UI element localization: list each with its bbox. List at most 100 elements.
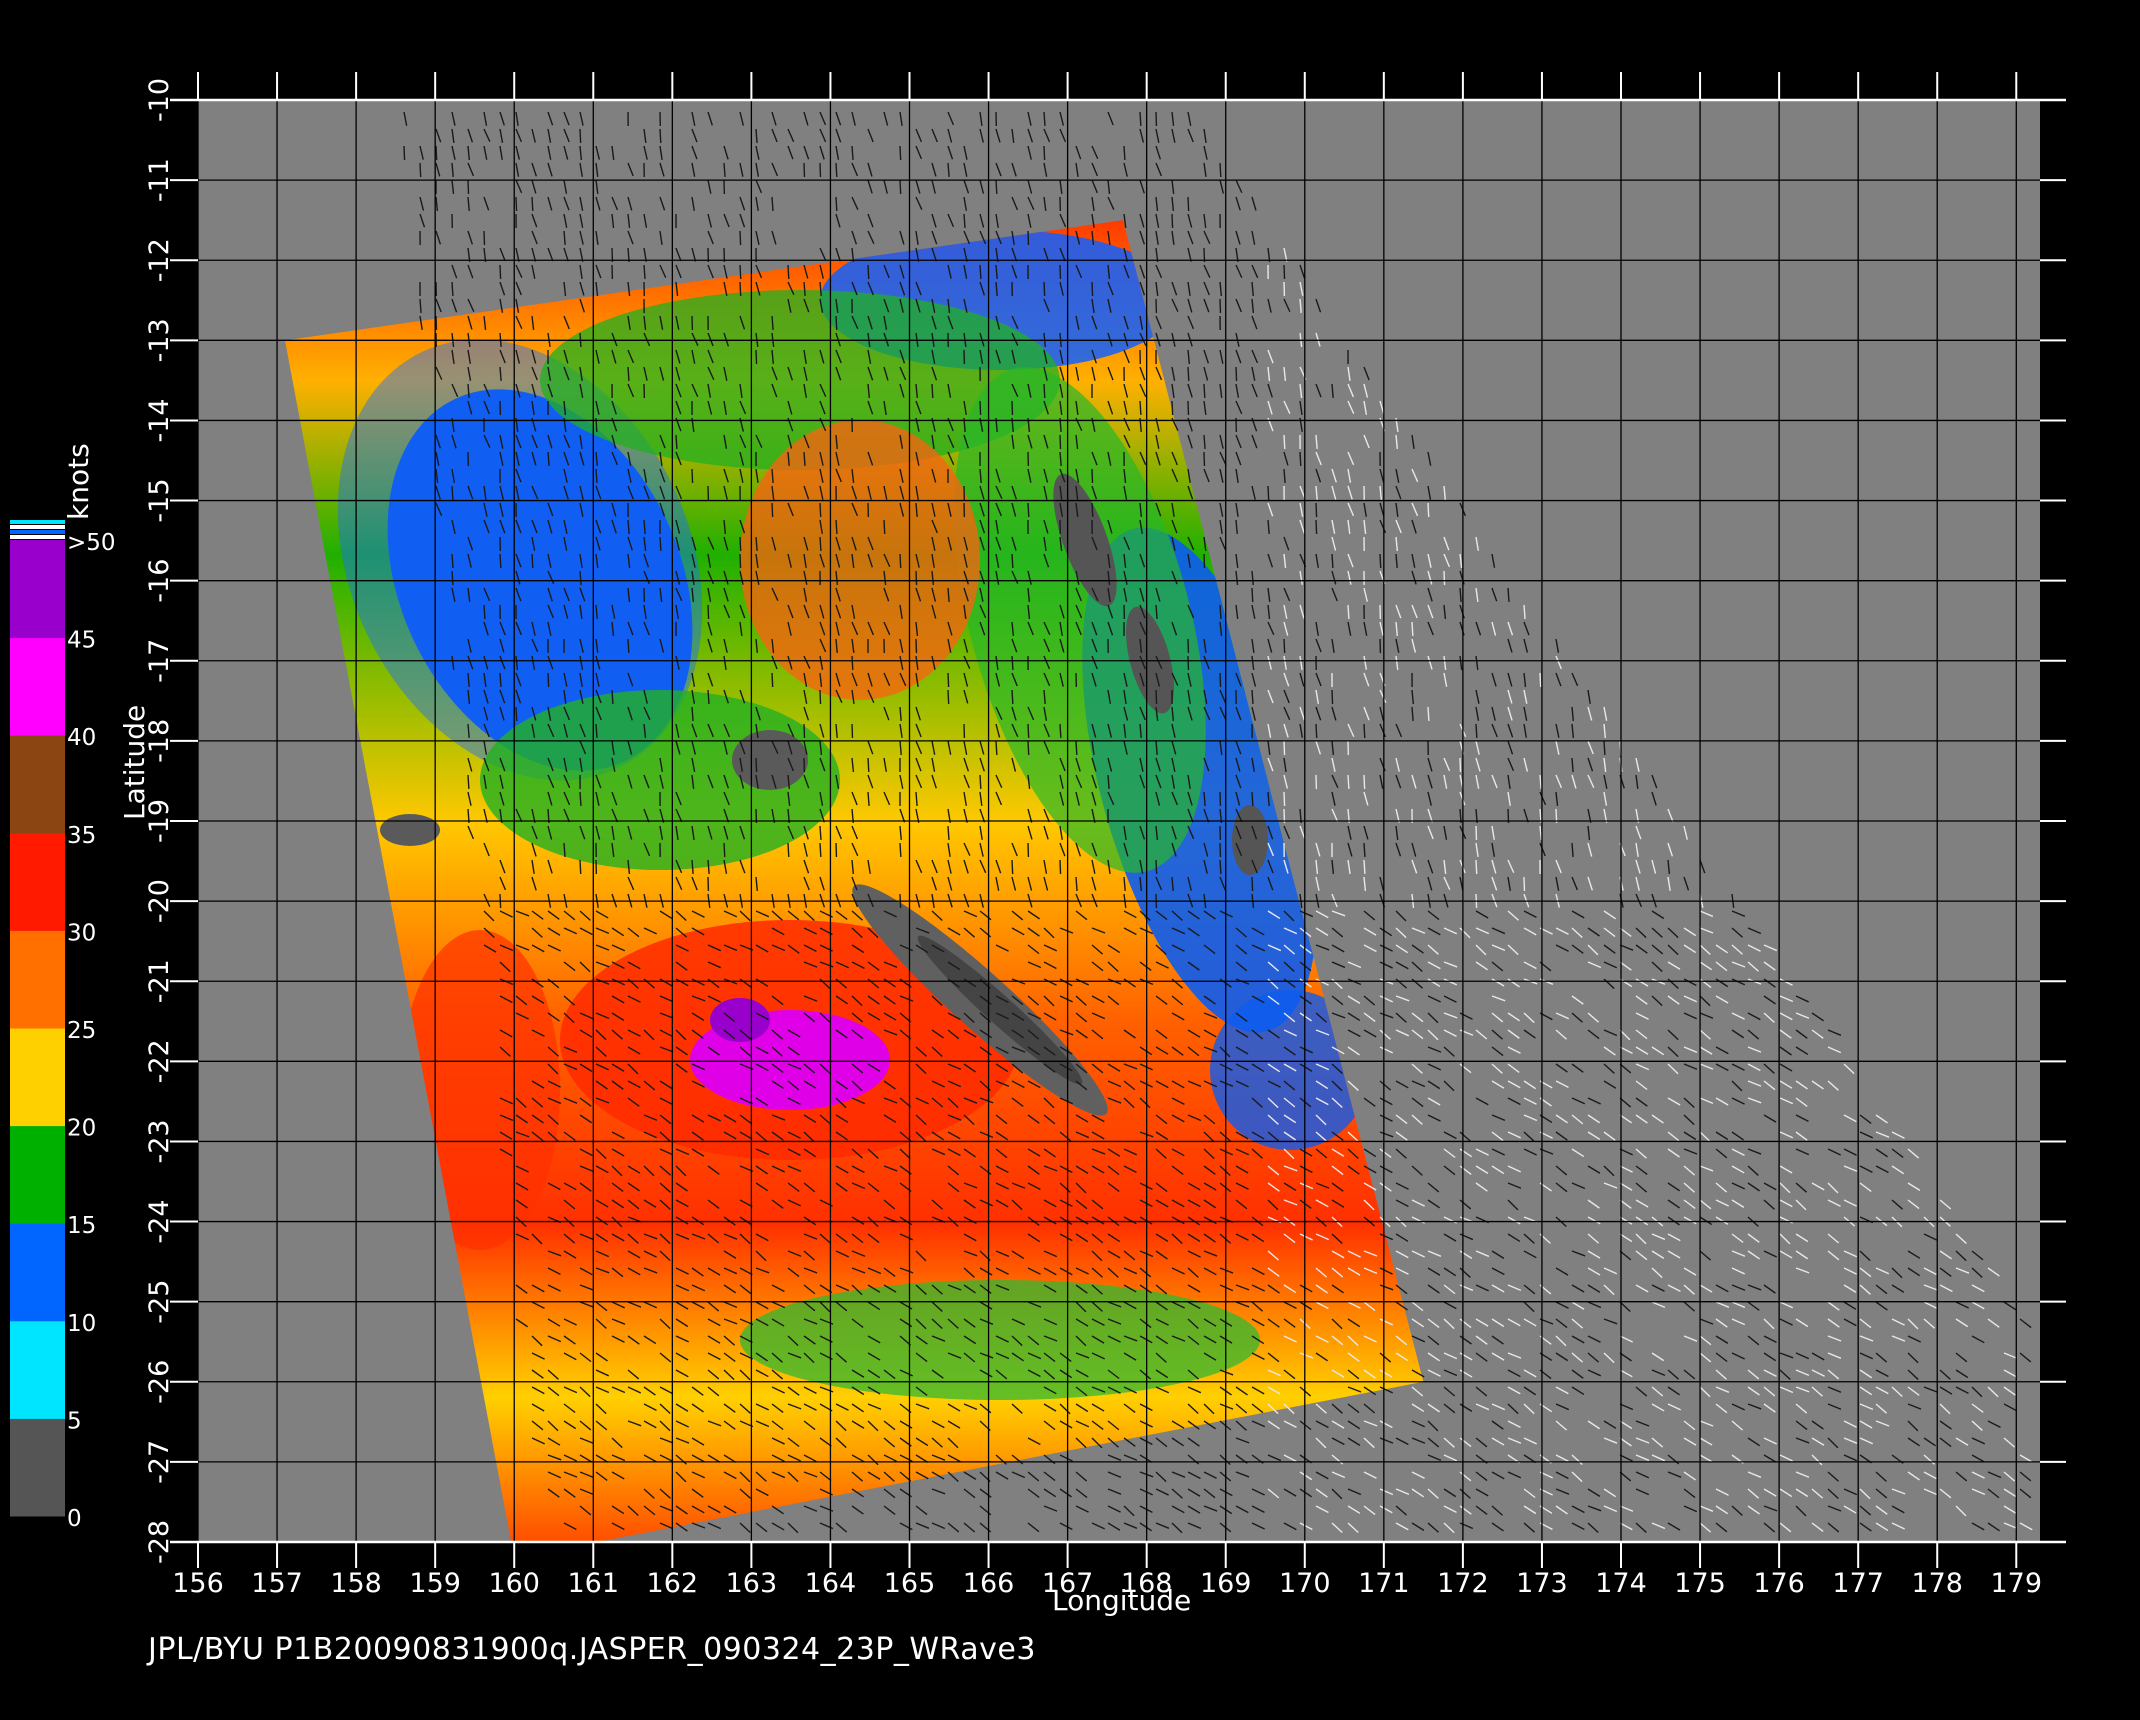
colorbar-tick-label: 15 <box>67 1213 96 1239</box>
y-tick-label: -22 <box>144 1039 175 1083</box>
wind-barb <box>867 757 870 773</box>
wind-barb <box>435 145 438 161</box>
wind-barb <box>835 315 838 331</box>
wind-barb <box>515 196 518 212</box>
wind-barb <box>1219 672 1222 688</box>
wind-barb <box>627 638 630 654</box>
wind-barb <box>931 383 934 399</box>
wind-barb <box>1043 111 1046 127</box>
y-tick-label: -14 <box>144 398 175 442</box>
wind-barb <box>499 553 502 569</box>
x-tick-label: 178 <box>1911 1568 1963 1599</box>
x-axis-title: Longitude <box>1052 1584 1192 1617</box>
colorbar-tick-label: 35 <box>67 823 96 849</box>
wind-barb <box>1059 723 1062 739</box>
y-tick-label: -12 <box>144 238 175 282</box>
x-tick-label: 160 <box>488 1568 540 1599</box>
wind-barb <box>1251 689 1254 705</box>
colorbar-cap-stripe <box>10 525 65 529</box>
land-chesterfield <box>732 730 808 790</box>
wind-barb <box>707 604 710 620</box>
y-tick-label: -24 <box>144 1200 175 1244</box>
x-tick-label: 177 <box>1832 1568 1884 1599</box>
wind-barb <box>547 672 550 688</box>
wind-barb <box>739 536 742 552</box>
x-tick-label: 179 <box>1991 1568 2043 1599</box>
wind-barb <box>1443 570 1446 586</box>
wind-barb <box>1027 740 1030 756</box>
wind-barb <box>1139 111 1142 127</box>
colorbar-tick-label: 0 <box>67 1506 82 1532</box>
wind-barb <box>1539 672 1542 688</box>
wind-barb <box>723 842 726 858</box>
wind-barb <box>1251 587 1254 603</box>
wind-barb <box>819 842 822 858</box>
wind-barb <box>899 145 902 161</box>
wind-barb <box>1091 281 1094 297</box>
wind-barb <box>499 264 502 280</box>
wind-barb <box>483 604 486 620</box>
wind-barb <box>979 400 982 416</box>
x-tick-label: 159 <box>409 1568 461 1599</box>
wind-barb <box>947 825 950 841</box>
wind-barb <box>819 825 822 841</box>
wind-barb <box>1283 638 1286 654</box>
wind-barb <box>819 689 822 705</box>
wind-barb <box>659 536 662 552</box>
wind-barb <box>1283 791 1286 807</box>
wind-barb <box>579 128 582 144</box>
y-tick-label: -23 <box>144 1119 175 1163</box>
wind-barb <box>835 196 838 212</box>
wind-barb <box>1475 859 1478 875</box>
wind-barb <box>707 689 710 705</box>
wind-barb <box>771 672 774 688</box>
wind-barb <box>1059 434 1062 450</box>
colorbar-bin <box>10 735 65 834</box>
x-tick-label: 162 <box>647 1568 699 1599</box>
colorbar-cap-stripe <box>10 530 65 534</box>
wind-barb <box>563 842 566 858</box>
wind-barb <box>771 196 774 212</box>
wind-barb <box>1139 400 1142 416</box>
colorbar-tick-label: >50 <box>67 530 116 556</box>
wind-barb <box>1235 366 1238 382</box>
x-tick-label: 169 <box>1200 1568 1252 1599</box>
land-small-west <box>380 814 440 846</box>
wind-barb <box>1187 196 1190 212</box>
wind-barb <box>1427 502 1430 518</box>
x-tick-label: 158 <box>330 1568 382 1599</box>
wind-barb <box>1171 400 1174 416</box>
wind-barb <box>1011 655 1014 671</box>
wind-barb <box>1251 791 1254 807</box>
wind-barb <box>899 842 902 858</box>
y-tick-label: -11 <box>144 158 175 202</box>
land-vanuatu-3 <box>1232 805 1268 875</box>
wind-barb <box>1363 842 1366 858</box>
wind-barb <box>451 553 454 569</box>
wind-barb <box>1091 468 1094 484</box>
wind-barb <box>867 264 870 280</box>
wind-barb <box>1043 145 1046 161</box>
x-tick-label: 163 <box>726 1568 778 1599</box>
colorbar-tick-label: 20 <box>67 1116 96 1142</box>
wind-barb <box>1219 604 1222 620</box>
x-tick-label: 170 <box>1279 1568 1331 1599</box>
x-tick-label: 175 <box>1674 1568 1726 1599</box>
wind-barb <box>467 179 470 195</box>
wind-barb <box>1363 774 1366 790</box>
wind-barb <box>995 740 998 756</box>
wind-barb <box>1123 145 1126 161</box>
wind-barb <box>1043 281 1046 297</box>
wind-barb <box>995 179 998 195</box>
wind-speed-map: 156 157 158 159 160 161 162 163 164 165 166 167 168 1… <box>0 0 2140 1720</box>
wind-barb <box>1347 774 1350 790</box>
wind-barb <box>947 689 950 705</box>
wind-barb <box>1331 553 1334 569</box>
wind-barb <box>835 519 838 535</box>
wind-barb <box>579 859 582 875</box>
wind-barb <box>1363 723 1366 739</box>
colorbar-bin <box>10 1028 65 1127</box>
wind-barb <box>579 791 582 807</box>
wind-barb <box>1283 740 1286 756</box>
x-tick-label: 176 <box>1753 1568 1805 1599</box>
